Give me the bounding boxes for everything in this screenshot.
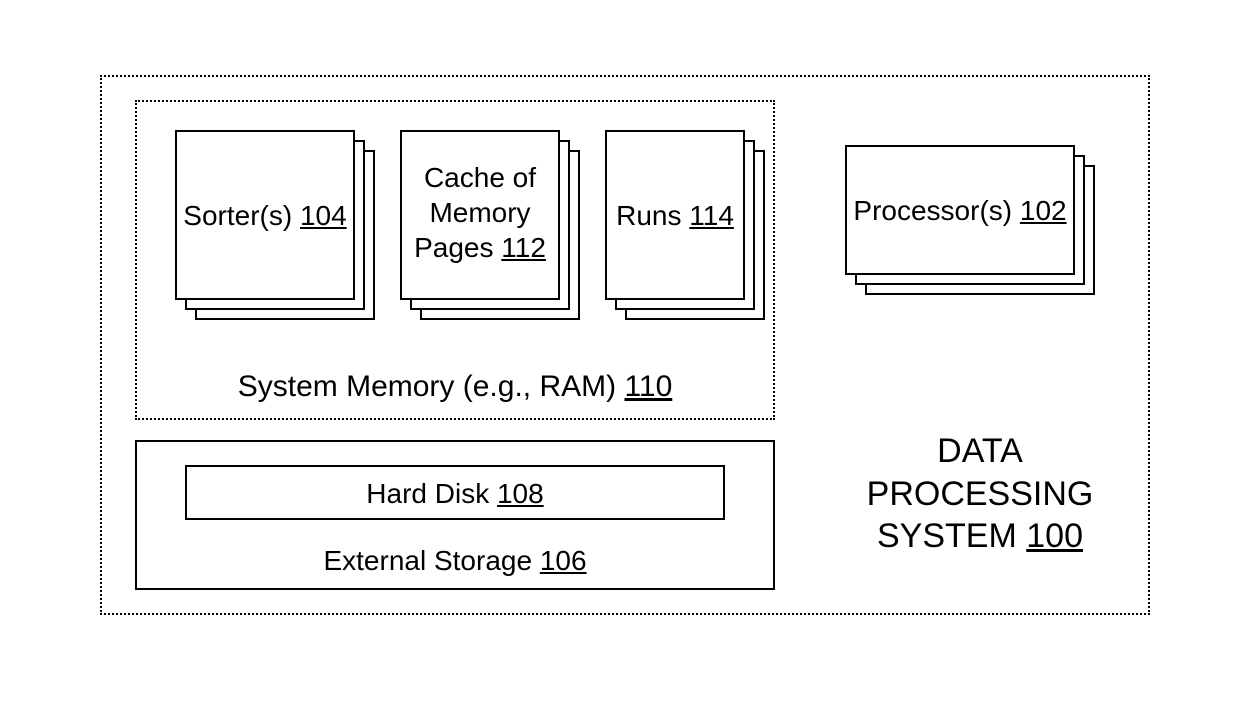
processor-label: Processor(s) 102	[845, 195, 1075, 227]
runs-ref: 114	[689, 200, 734, 231]
system-memory-label-prefix: System Memory (e.g., RAM)	[238, 370, 625, 403]
system-title-line2: PROCESSING	[867, 475, 1094, 513]
external-storage-ref: 106	[540, 545, 587, 576]
runs-label-prefix: Runs	[616, 200, 689, 231]
sorter-label-prefix: Sorter(s)	[183, 200, 300, 231]
system-title: DATA PROCESSING SYSTEM 100	[830, 430, 1130, 558]
runs-label: Runs 114	[605, 200, 745, 232]
hard-disk-label-prefix: Hard Disk	[366, 478, 497, 509]
cache-label: Cache of Memory Pages 112	[400, 160, 560, 265]
system-memory-ref: 110	[624, 370, 672, 403]
processor-label-prefix: Processor(s)	[853, 195, 1019, 226]
cache-ref: 112	[501, 232, 546, 263]
cache-line3-prefix: Pages	[414, 232, 501, 263]
hard-disk-label: Hard Disk 108	[185, 478, 725, 510]
hard-disk-ref: 108	[497, 478, 544, 509]
cache-line2: Memory	[429, 197, 530, 228]
system-memory-label: System Memory (e.g., RAM) 110	[155, 370, 755, 404]
external-storage-label: External Storage 106	[135, 545, 775, 577]
sorter-ref: 104	[300, 200, 347, 231]
external-storage-label-prefix: External Storage	[323, 545, 539, 576]
system-title-ref: 100	[1026, 517, 1083, 555]
cache-line1: Cache of	[424, 162, 536, 193]
sorter-label: Sorter(s) 104	[175, 200, 355, 232]
processor-ref: 102	[1020, 195, 1067, 226]
system-title-line1: DATA	[937, 432, 1023, 470]
system-title-line3-prefix: SYSTEM	[877, 517, 1026, 555]
